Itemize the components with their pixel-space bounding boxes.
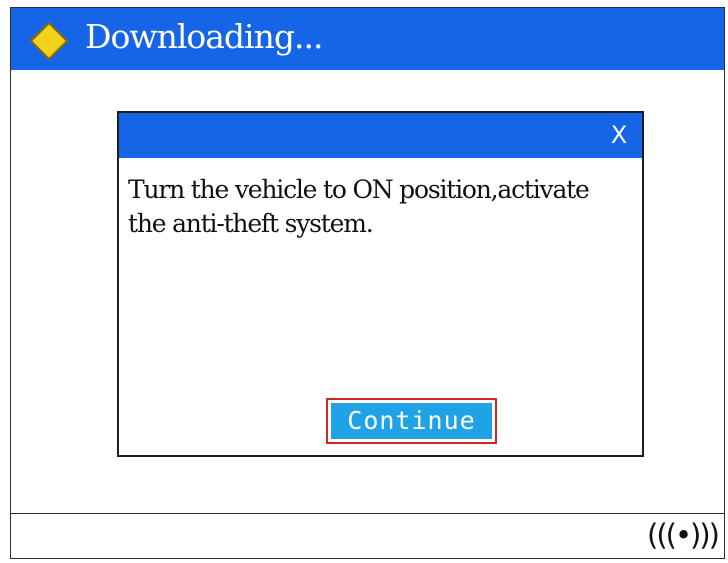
continue-button[interactable]: Continue	[331, 403, 492, 439]
title-bar: Downloading...	[11, 8, 724, 70]
message-line-2: the anti-theft system.	[128, 209, 374, 238]
continue-focus-frame: Continue	[326, 398, 497, 444]
dialog-header: X	[119, 113, 642, 158]
dialog-message: Turn the vehicle to ON position,activate…	[128, 173, 628, 241]
message-dialog: X Turn the vehicle to ON position,activa…	[117, 111, 644, 457]
page-title: Downloading...	[85, 17, 323, 56]
status-bar-divider	[11, 513, 724, 514]
diamond-icon	[29, 21, 69, 61]
device-screen: Downloading... X Turn the vehicle to ON …	[10, 7, 725, 559]
message-line-1: Turn the vehicle to ON position,activate	[128, 175, 590, 204]
wireless-signal-icon: (((•)))	[647, 518, 720, 552]
close-button[interactable]: X	[604, 118, 634, 152]
